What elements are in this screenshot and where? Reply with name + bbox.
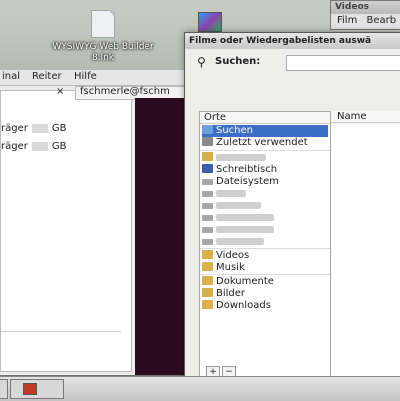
home-folder-icon <box>202 152 213 161</box>
file-list[interactable] <box>331 124 400 379</box>
taskbar <box>0 376 400 401</box>
place-dokumente[interactable]: Dokumente <box>202 276 328 288</box>
videos-menubar: Film Bearb <box>331 15 396 26</box>
app-icon <box>23 383 37 395</box>
taskbar-button[interactable] <box>0 379 8 399</box>
videos-window-title: Videos <box>331 1 400 14</box>
menu-hilfe[interactable]: Hilfe <box>74 71 97 82</box>
search-icon <box>202 125 213 134</box>
menu-bearbeiten[interactable]: Bearb <box>367 15 397 26</box>
terminal-area[interactable] <box>135 98 190 375</box>
place-drive[interactable] <box>202 224 328 236</box>
folder-icon <box>202 276 213 285</box>
place-drive[interactable] <box>202 212 328 224</box>
document-icon <box>91 10 115 38</box>
app-icon[interactable] <box>198 12 222 32</box>
menu-terminal[interactable]: inal <box>2 71 20 82</box>
taskbar-button[interactable] <box>10 379 64 399</box>
drive-icon <box>202 239 213 245</box>
places-header[interactable]: Orte <box>200 112 330 124</box>
desktop-shortcut[interactable]: WYSIWYG Web Builder 8.lnk <box>48 10 158 64</box>
menu-reiter[interactable]: Reiter <box>32 71 62 82</box>
recent-icon <box>202 137 213 146</box>
search-input[interactable] <box>286 55 400 71</box>
drive-icon <box>202 179 213 185</box>
desktop-icon <box>202 164 213 173</box>
dialog-title: Filme oder Wiedergabelisten auswä <box>185 33 400 49</box>
places-sidebar: Orte Suchen Zuletzt verwendet Schreibtis… <box>199 111 331 381</box>
storage-row: räger GB <box>1 123 67 134</box>
place-recent[interactable]: Zuletzt verwendet <box>202 137 328 149</box>
search-icon: ⚲ <box>197 55 206 69</box>
menu-film[interactable]: Film <box>337 15 357 26</box>
search-label: Suchen: <box>215 56 261 67</box>
place-desktop[interactable]: Schreibtisch <box>202 164 328 176</box>
drive-icon <box>202 203 213 209</box>
drive-icon <box>202 227 213 233</box>
background-menubar: inal Reiter Hilfe <box>0 70 190 86</box>
place-videos[interactable]: Videos <box>202 250 328 262</box>
place-musik[interactable]: Musik <box>202 262 328 274</box>
place-drive[interactable] <box>202 200 328 212</box>
folder-icon <box>202 300 213 309</box>
desktop-shortcut-label: WYSIWYG Web Builder 8.lnk <box>52 42 154 63</box>
place-drive[interactable] <box>202 236 328 248</box>
file-chooser-dialog: Filme oder Wiedergabelisten auswä ⚲ Such… <box>184 32 400 381</box>
folder-icon <box>202 250 213 259</box>
drive-icon <box>202 215 213 221</box>
place-bilder[interactable]: Bilder <box>202 288 328 300</box>
videos-window: Videos Film Bearb <box>330 0 400 30</box>
place-drive[interactable] <box>202 188 328 200</box>
place-downloads[interactable]: Downloads <box>202 300 328 312</box>
background-content-pane: räger GB räger GB <box>0 90 132 372</box>
place-suchen[interactable]: Suchen <box>202 125 328 137</box>
folder-icon <box>202 262 213 271</box>
tab-title: fschmerle@fschm <box>80 86 170 97</box>
tab-close-icon[interactable]: × <box>56 86 64 97</box>
place-home[interactable] <box>202 152 328 164</box>
drive-icon <box>202 191 213 197</box>
place-filesystem[interactable]: Dateisystem <box>202 176 328 188</box>
name-column-header[interactable]: Name <box>331 111 400 123</box>
search-row: ⚲ Suchen: <box>185 53 400 73</box>
folder-icon <box>202 288 213 297</box>
storage-row: räger GB <box>1 141 67 152</box>
